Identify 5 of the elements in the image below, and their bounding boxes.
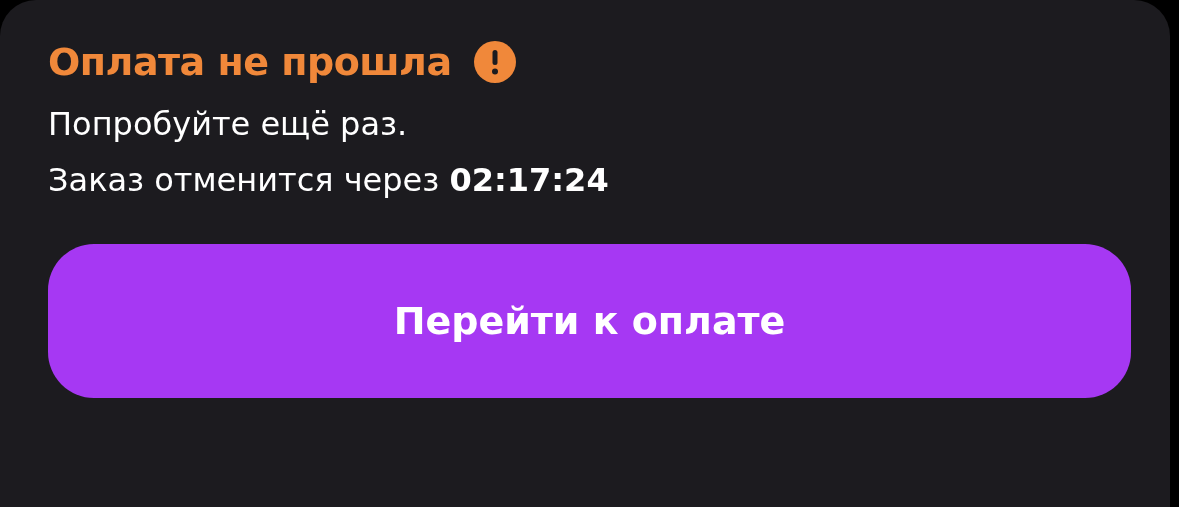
warning-icon xyxy=(473,41,516,83)
status-title: Оплата не прошла xyxy=(48,39,452,86)
pay-button[interactable]: Перейти к оплате xyxy=(48,244,1131,398)
status-message: Заказ отменится через 02:17:24 xyxy=(48,160,610,201)
status-message: Попробуйте ещё раз. xyxy=(48,104,409,145)
